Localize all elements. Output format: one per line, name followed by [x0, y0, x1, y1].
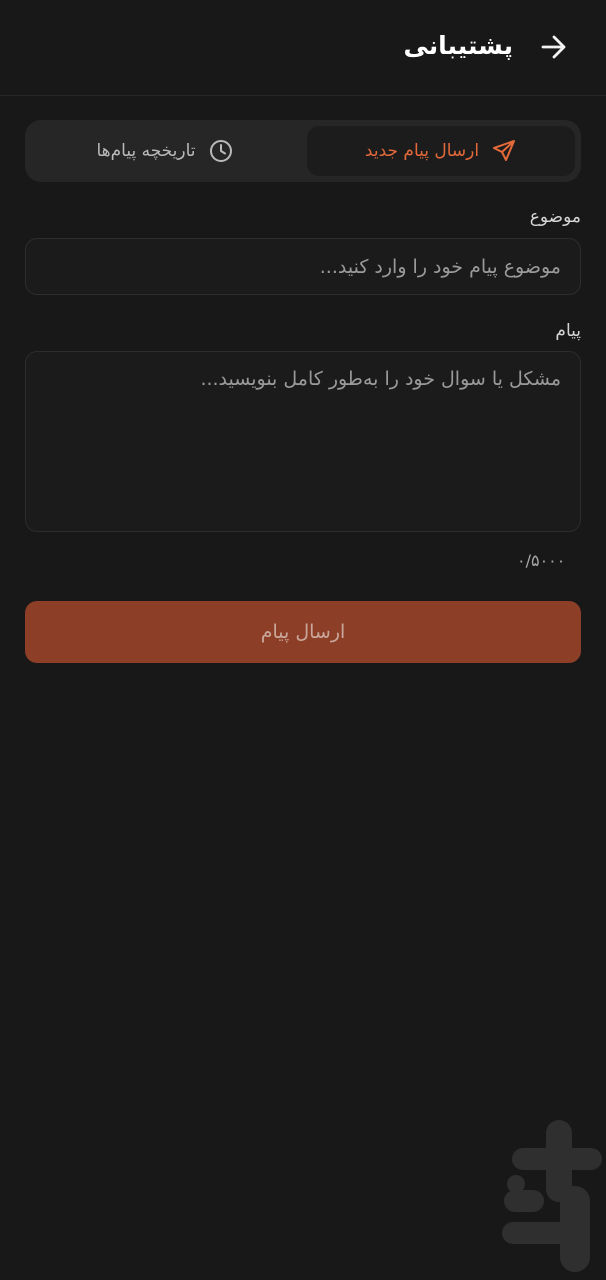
clock-icon: [208, 138, 234, 164]
message-textarea[interactable]: [26, 352, 580, 531]
message-label: پیام: [555, 321, 581, 341]
send-message-button[interactable]: ارسال پیام: [25, 601, 581, 663]
subject-input[interactable]: [26, 239, 580, 294]
app-header: پشتیبانی: [0, 0, 606, 96]
message-field-box: [25, 351, 581, 532]
send-icon: [491, 138, 517, 164]
tab-new-message[interactable]: ارسال پیام جدید: [307, 126, 575, 176]
back-button[interactable]: [536, 29, 572, 65]
tab-message-history-label: تاریخچه پیام‌ها: [96, 141, 196, 161]
support-page: پشتیبانی ارسال پیام جدید تاریخچه پیام‌ها…: [0, 0, 606, 1280]
page-title: پشتیبانی: [403, 31, 513, 60]
tab-new-message-label: ارسال پیام جدید: [364, 141, 480, 161]
subject-label: موضوع: [529, 207, 581, 227]
char-counter: ۰/۵۰۰۰: [517, 551, 566, 570]
subject-field-box: [25, 238, 581, 295]
watermark-logo-icon: [502, 1120, 602, 1272]
arrow-right-icon: [541, 35, 566, 59]
tab-message-history[interactable]: تاریخچه پیام‌ها: [31, 126, 299, 176]
tab-bar: ارسال پیام جدید تاریخچه پیام‌ها: [25, 120, 581, 182]
